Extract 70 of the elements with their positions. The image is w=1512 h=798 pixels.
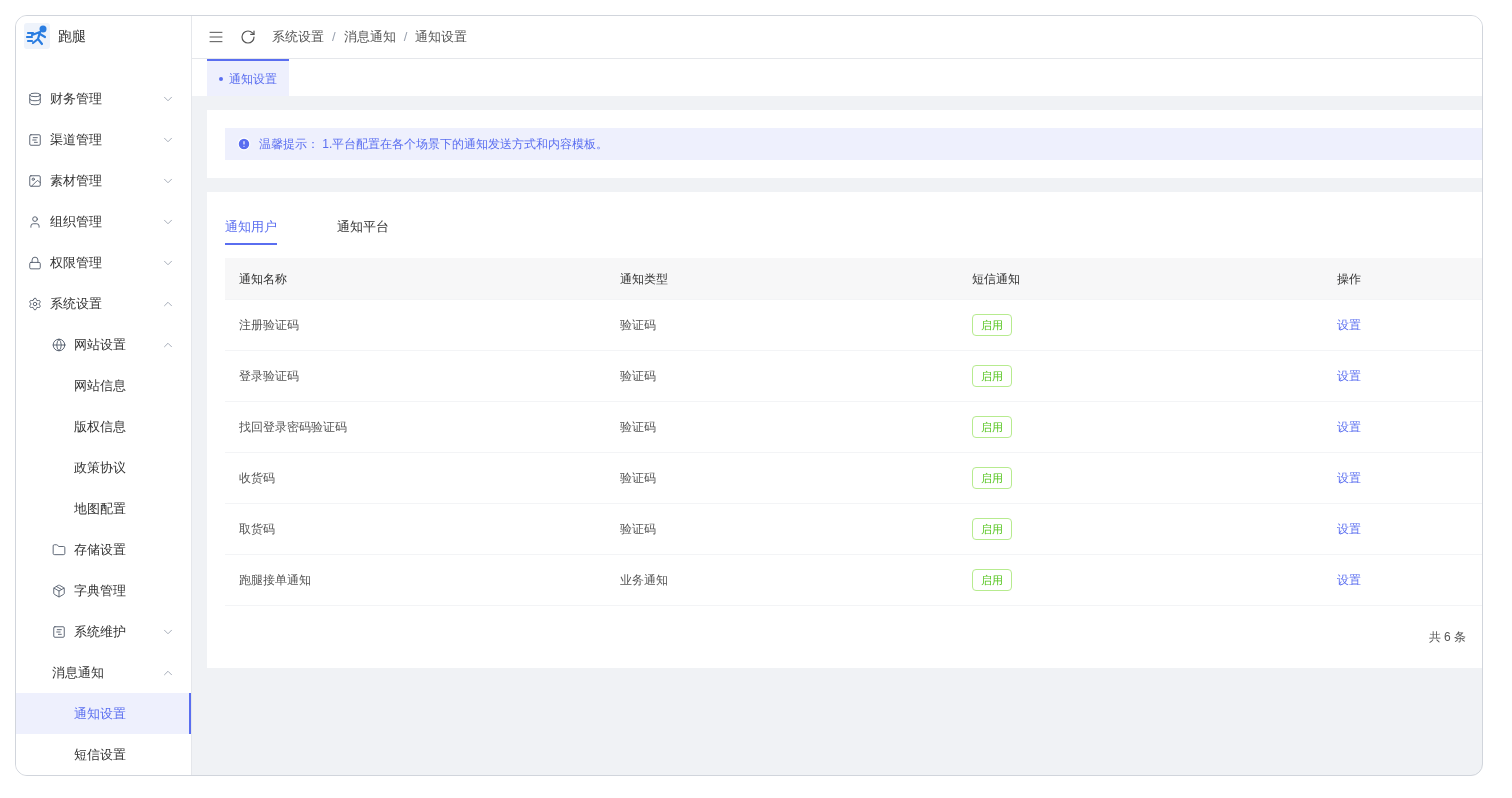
settings-link[interactable]: 设置 (1337, 471, 1361, 485)
sidebar-item[interactable]: 财务管理 (16, 78, 191, 119)
notice-text: 温馨提示： 1.平台配置在各个场景下的通知发送方式和内容模板。 (259, 136, 609, 153)
menu-icon[interactable] (208, 29, 224, 45)
panel-icon (28, 132, 42, 147)
table-cell: 验证码 (620, 522, 656, 536)
breadcrumb-separator: / (403, 28, 408, 47)
sidebar-item[interactable]: 字典管理 (16, 570, 191, 611)
sidebar-item[interactable]: 地图配置 (16, 488, 191, 529)
status-tag: 启用 (972, 466, 1012, 490)
column-header: 短信通知 (972, 271, 1020, 286)
panel-icon (52, 624, 66, 639)
table-cell: 验证码 (620, 318, 656, 332)
sidebar-item[interactable]: 通知设置 (16, 693, 191, 734)
status-tag: 启用 (972, 415, 1012, 439)
breadcrumb-item[interactable]: 消息通知 (343, 27, 396, 47)
sidebar-item[interactable]: 渠道管理 (16, 119, 191, 160)
database-icon (28, 91, 42, 106)
app-name: 跑腿 (58, 27, 86, 46)
table-cell: 找回登录密码验证码 (239, 420, 347, 434)
table-cell: 验证码 (620, 420, 656, 434)
column-header: 操作 (1337, 271, 1361, 286)
total-count: 共 6 条 (1428, 629, 1466, 646)
sidebar-item[interactable]: 组织管理 (16, 201, 191, 242)
sidebar-item[interactable]: 版权信息 (16, 406, 191, 447)
sidebar-item[interactable]: 系统维护 (16, 611, 191, 652)
table-cell: 业务通知 (620, 573, 668, 587)
settings-link[interactable]: 设置 (1337, 318, 1361, 332)
settings-link[interactable]: 设置 (1337, 369, 1361, 383)
settings-link[interactable]: 设置 (1337, 420, 1361, 434)
table-cell: 注册验证码 (239, 318, 299, 332)
tab[interactable]: 通知平台 (337, 212, 389, 245)
sidebar-item[interactable]: 短信设置 (16, 734, 191, 775)
sidebar-item[interactable]: 政策协议 (16, 447, 191, 488)
user-icon (28, 214, 42, 229)
page-tab[interactable]: 通知设置 (207, 59, 289, 96)
column-header: 通知名称 (239, 271, 287, 286)
package-icon (52, 583, 66, 598)
sidebar-item[interactable]: 存储设置 (16, 529, 191, 570)
sidebar-item[interactable]: 系统设置 (16, 283, 191, 324)
sidebar-item[interactable]: 网站设置 (16, 324, 191, 365)
breadcrumb-item[interactable]: 系统设置 (272, 27, 324, 47)
table-cell: 验证码 (620, 471, 656, 485)
image-icon (28, 173, 42, 188)
sidebar-item[interactable]: 消息通知 (16, 652, 191, 693)
status-tag: 启用 (972, 364, 1012, 388)
table-cell: 验证码 (620, 369, 656, 383)
table-cell: 跑腿接单通知 (239, 573, 311, 587)
status-tag: 启用 (972, 517, 1012, 541)
globe-icon (52, 337, 66, 352)
refresh-icon[interactable] (240, 29, 256, 45)
sidebar-item[interactable]: 权限管理 (16, 242, 191, 283)
table-cell: 取货码 (239, 522, 275, 536)
sidebar-item[interactable]: 素材管理 (16, 160, 191, 201)
folder-icon (52, 542, 66, 557)
lock-icon (28, 255, 42, 270)
status-tag: 启用 (972, 313, 1012, 337)
table-cell: 登录验证码 (239, 369, 299, 383)
status-tag: 启用 (972, 568, 1012, 592)
breadcrumb-item[interactable]: 通知设置 (415, 27, 468, 47)
table-cell: 收货码 (239, 471, 275, 485)
column-header: 通知类型 (620, 271, 668, 286)
tab[interactable]: 通知用户 (225, 212, 277, 245)
breadcrumb-separator: / (332, 28, 336, 47)
settings-icon (28, 296, 42, 311)
logo-icon (24, 23, 50, 49)
settings-link[interactable]: 设置 (1337, 522, 1361, 536)
info-icon (237, 137, 251, 151)
sidebar-item[interactable]: 网站信息 (16, 365, 191, 406)
settings-link[interactable]: 设置 (1337, 573, 1361, 587)
